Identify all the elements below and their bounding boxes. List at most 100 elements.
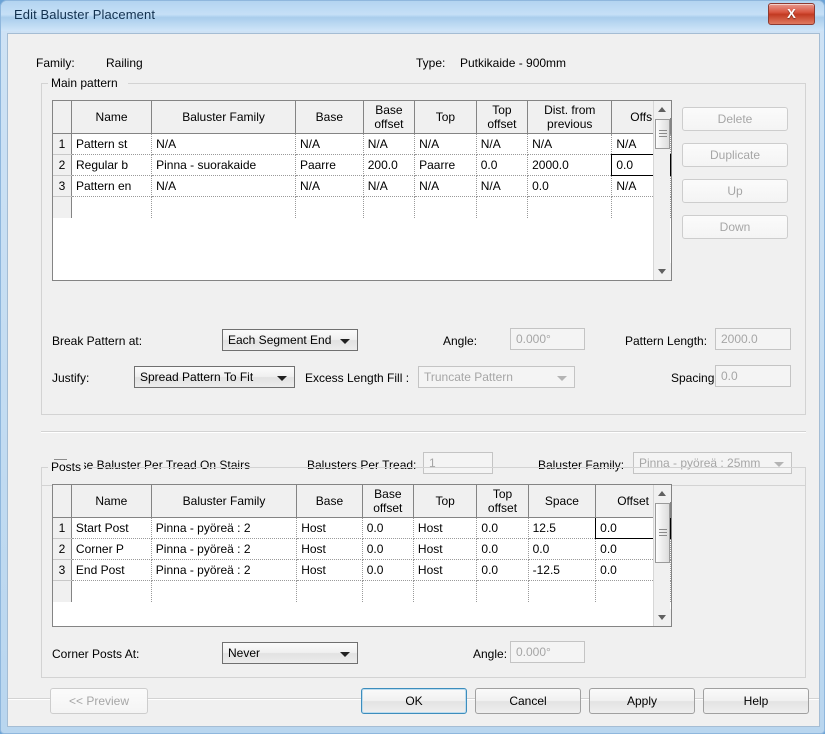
- cell-space[interactable]: 12.5: [528, 517, 597, 539]
- col-base[interactable]: Base: [296, 485, 363, 518]
- scroll-up-arrow-icon[interactable]: [654, 101, 671, 118]
- cell-top-offset[interactable]: 0.0: [476, 559, 529, 581]
- col-base-offset[interactable]: Base offset: [363, 101, 416, 134]
- cell-base-offset[interactable]: 0.0: [362, 559, 414, 581]
- chevron-down-icon: [557, 376, 567, 381]
- posts-angle-field[interactable]: 0.000°: [510, 641, 585, 663]
- cell-base[interactable]: Host: [296, 559, 363, 581]
- cell-base[interactable]: Host: [296, 517, 363, 539]
- cell-empty: [362, 580, 414, 602]
- cell-top[interactable]: N/A: [414, 175, 477, 197]
- cell-baluster-family[interactable]: N/A: [151, 175, 296, 197]
- cell-name[interactable]: Start Post: [71, 517, 152, 539]
- cell-base-offset[interactable]: N/A: [363, 175, 416, 197]
- cell-top-offset[interactable]: 0.0: [476, 538, 529, 560]
- corner-posts-select[interactable]: Never: [222, 642, 358, 664]
- col-baluster-family[interactable]: Baluster Family: [151, 101, 296, 134]
- main-pattern-group-border-right: [128, 83, 806, 84]
- cell-baluster-family[interactable]: Pinna - pyöreä : 2: [151, 559, 298, 581]
- justify-label: Justify:: [52, 371, 90, 385]
- table-row[interactable]: 1 Pattern st N/A N/A N/A N/A N/A N/A N/A: [53, 133, 671, 155]
- cell-top-offset[interactable]: N/A: [476, 175, 529, 197]
- justify-select[interactable]: Spread Pattern To Fit: [134, 366, 295, 388]
- help-button[interactable]: Help: [703, 688, 809, 714]
- cell-base-offset[interactable]: 200.0: [363, 154, 416, 176]
- col-top[interactable]: Top: [413, 485, 478, 518]
- cell-dist-from-previous[interactable]: 0.0: [527, 175, 613, 197]
- scrollbar-thumb[interactable]: [655, 119, 670, 149]
- scrollbar-thumb[interactable]: [655, 503, 670, 563]
- main-angle-field[interactable]: 0.000°: [510, 328, 585, 350]
- duplicate-button[interactable]: Duplicate: [682, 143, 788, 167]
- cell-top[interactable]: Host: [413, 538, 478, 560]
- up-button[interactable]: Up: [682, 179, 788, 203]
- cell-base[interactable]: Host: [296, 538, 363, 560]
- table-row[interactable]: 2 Corner P Pinna - pyöreä : 2 Host 0.0 H…: [53, 538, 671, 560]
- cell-baluster-family[interactable]: N/A: [151, 133, 296, 155]
- cell-base-offset[interactable]: N/A: [363, 133, 416, 155]
- cell-top-offset[interactable]: 0.0: [476, 517, 529, 539]
- pattern-length-field[interactable]: 2000.0: [715, 328, 791, 350]
- main-pattern-scrollbar[interactable]: [653, 101, 671, 280]
- col-space[interactable]: Space: [528, 485, 597, 518]
- row-number[interactable]: 3: [53, 559, 72, 581]
- delete-button[interactable]: Delete: [682, 107, 788, 131]
- cancel-button[interactable]: Cancel: [475, 688, 581, 714]
- col-top[interactable]: Top: [414, 101, 477, 134]
- cell-top[interactable]: N/A: [414, 133, 477, 155]
- cell-dist-from-previous[interactable]: N/A: [527, 133, 613, 155]
- scroll-up-arrow-icon[interactable]: [654, 485, 671, 502]
- close-button[interactable]: X: [768, 3, 815, 25]
- col-top-offset[interactable]: Top offset: [476, 101, 529, 134]
- spacing-field[interactable]: 0.0: [715, 365, 791, 387]
- cell-name[interactable]: Corner P: [71, 538, 152, 560]
- col-base-offset[interactable]: Base offset: [362, 485, 414, 518]
- table-row[interactable]: 2 Regular b Pinna - suorakaide Paarre 20…: [53, 154, 671, 176]
- scroll-down-arrow-icon[interactable]: [654, 263, 671, 280]
- cell-name[interactable]: Regular b: [71, 154, 153, 176]
- table-row[interactable]: 3 Pattern en N/A N/A N/A N/A N/A 0.0 N/A: [53, 175, 671, 197]
- cell-space[interactable]: -12.5: [528, 559, 597, 581]
- table-row[interactable]: 3 End Post Pinna - pyöreä : 2 Host 0.0 H…: [53, 559, 671, 581]
- row-number[interactable]: 3: [53, 175, 72, 197]
- cell-top-offset[interactable]: 0.0: [476, 154, 529, 176]
- apply-button[interactable]: Apply: [589, 688, 695, 714]
- cell-base[interactable]: N/A: [295, 175, 364, 197]
- cell-top[interactable]: Host: [413, 517, 478, 539]
- cell-base-offset[interactable]: 0.0: [362, 517, 414, 539]
- posts-scrollbar[interactable]: [653, 485, 671, 626]
- excess-length-select[interactable]: Truncate Pattern: [418, 366, 575, 388]
- cell-name[interactable]: Pattern en: [71, 175, 153, 197]
- col-name[interactable]: Name: [71, 485, 152, 518]
- row-number[interactable]: 1: [53, 517, 72, 539]
- cell-top-offset[interactable]: N/A: [476, 133, 529, 155]
- row-number[interactable]: 2: [53, 538, 72, 560]
- posts-grid[interactable]: Name Baluster Family Base Base offset To…: [52, 484, 672, 627]
- col-name[interactable]: Name: [71, 101, 153, 134]
- col-base[interactable]: Base: [295, 101, 364, 134]
- table-row[interactable]: 1 Start Post Pinna - pyöreä : 2 Host 0.0…: [53, 517, 671, 539]
- scroll-down-arrow-icon[interactable]: [654, 609, 671, 626]
- col-top-offset[interactable]: Top offset: [476, 485, 529, 518]
- ok-button[interactable]: OK: [361, 688, 467, 714]
- break-pattern-select[interactable]: Each Segment End: [222, 329, 358, 351]
- cell-name[interactable]: End Post: [71, 559, 152, 581]
- main-pattern-grid[interactable]: Name Baluster Family Base Base offset To…: [52, 100, 672, 281]
- cell-base[interactable]: Paarre: [295, 154, 364, 176]
- cell-space[interactable]: 0.0: [528, 538, 597, 560]
- cell-name[interactable]: Pattern st: [71, 133, 153, 155]
- cell-baluster-family[interactable]: Pinna - suorakaide: [151, 154, 296, 176]
- down-button[interactable]: Down: [682, 215, 788, 239]
- cell-base-offset[interactable]: 0.0: [362, 538, 414, 560]
- cell-top[interactable]: Paarre: [414, 154, 477, 176]
- cell-base[interactable]: N/A: [295, 133, 364, 155]
- col-dist-from-previous[interactable]: Dist. from previous: [527, 101, 613, 134]
- row-number[interactable]: 2: [53, 154, 72, 176]
- cell-baluster-family[interactable]: Pinna - pyöreä : 2: [151, 517, 298, 539]
- row-number[interactable]: 1: [53, 133, 72, 155]
- preview-button[interactable]: << Preview: [50, 688, 148, 714]
- cell-dist-from-previous[interactable]: 2000.0: [527, 154, 613, 176]
- cell-top[interactable]: Host: [413, 559, 478, 581]
- col-baluster-family[interactable]: Baluster Family: [151, 485, 298, 518]
- cell-baluster-family[interactable]: Pinna - pyöreä : 2: [151, 538, 298, 560]
